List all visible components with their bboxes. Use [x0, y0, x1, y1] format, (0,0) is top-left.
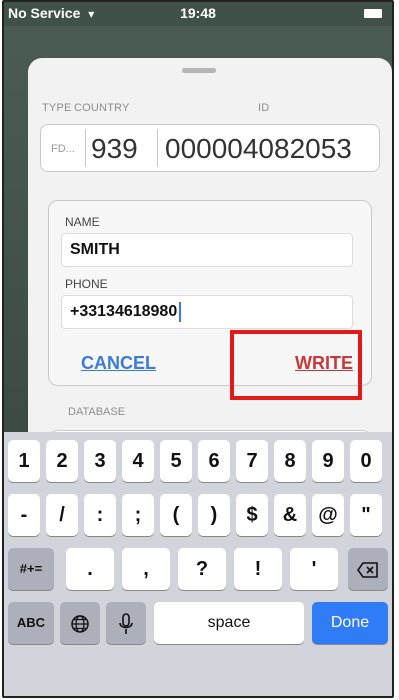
text-cursor — [179, 301, 182, 322]
done-key[interactable]: Done — [312, 602, 388, 644]
key-9[interactable]: 9 — [312, 440, 344, 482]
numeric-keyboard: 1 2 3 4 5 6 7 8 9 0 - / : ; ( ) $ & @ " … — [4, 432, 392, 696]
card-country-value: 939 — [91, 133, 138, 164]
key-at[interactable]: @ — [312, 494, 344, 536]
key-3[interactable]: 3 — [84, 440, 116, 482]
symbols-toggle-key[interactable]: #+= — [8, 548, 54, 590]
divider — [85, 129, 86, 167]
card-id-display: FD... 939 000004082053 — [40, 124, 380, 172]
name-field[interactable]: SMITH — [61, 233, 353, 267]
backspace-key[interactable] — [348, 548, 388, 590]
card-id-value: 000004082053 — [165, 133, 352, 164]
phone-label: PHONE — [65, 277, 108, 291]
backspace-icon — [357, 561, 378, 578]
key-2[interactable]: 2 — [46, 440, 78, 482]
phone-screen: No Service ▾ 19:48 TYPE COUNTRY ID FD...… — [2, 0, 394, 698]
abc-key[interactable]: ABC — [8, 602, 54, 644]
key-ampersand[interactable]: & — [274, 494, 306, 536]
card-type-value: FD... — [51, 143, 75, 155]
key-8[interactable]: 8 — [274, 440, 306, 482]
key-1[interactable]: 1 — [8, 440, 40, 482]
key-period[interactable]: . — [66, 548, 114, 590]
space-key[interactable]: space — [154, 602, 304, 644]
battery-icon — [364, 9, 382, 18]
sheet-grabber[interactable] — [182, 68, 216, 73]
status-bar: No Service ▾ 19:48 — [4, 2, 392, 26]
key-open-paren[interactable]: ( — [160, 494, 192, 536]
key-6[interactable]: 6 — [198, 440, 230, 482]
key-exclamation[interactable]: ! — [234, 548, 282, 590]
database-label: DATABASE — [68, 406, 126, 418]
key-dash[interactable]: - — [8, 494, 40, 536]
microphone-icon — [119, 612, 133, 634]
phone-field[interactable]: +33134618980 — [61, 295, 353, 329]
globe-key[interactable] — [60, 602, 100, 644]
key-question[interactable]: ? — [178, 548, 226, 590]
globe-icon — [71, 614, 89, 633]
key-0[interactable]: 0 — [350, 440, 382, 482]
key-7[interactable]: 7 — [236, 440, 268, 482]
type-header: TYPE — [42, 102, 72, 114]
cancel-button[interactable]: CANCEL — [81, 353, 156, 374]
country-header: COUNTRY — [74, 102, 130, 114]
key-colon[interactable]: : — [84, 494, 116, 536]
phone-value: +33134618980 — [70, 303, 178, 320]
id-header: ID — [258, 102, 270, 114]
key-comma[interactable]: , — [122, 548, 170, 590]
divider — [157, 129, 158, 167]
key-apostrophe[interactable]: ' — [290, 548, 338, 590]
key-dollar[interactable]: $ — [236, 494, 268, 536]
name-value: SMITH — [70, 241, 120, 258]
dictation-key[interactable] — [106, 602, 146, 644]
name-label: NAME — [65, 215, 100, 229]
key-quote[interactable]: " — [350, 494, 382, 536]
clock: 19:48 — [180, 5, 216, 21]
write-highlight-box — [230, 330, 362, 400]
key-close-paren[interactable]: ) — [198, 494, 230, 536]
key-5[interactable]: 5 — [160, 440, 192, 482]
key-slash[interactable]: / — [46, 494, 78, 536]
key-semicolon[interactable]: ; — [122, 494, 154, 536]
key-4[interactable]: 4 — [122, 440, 154, 482]
